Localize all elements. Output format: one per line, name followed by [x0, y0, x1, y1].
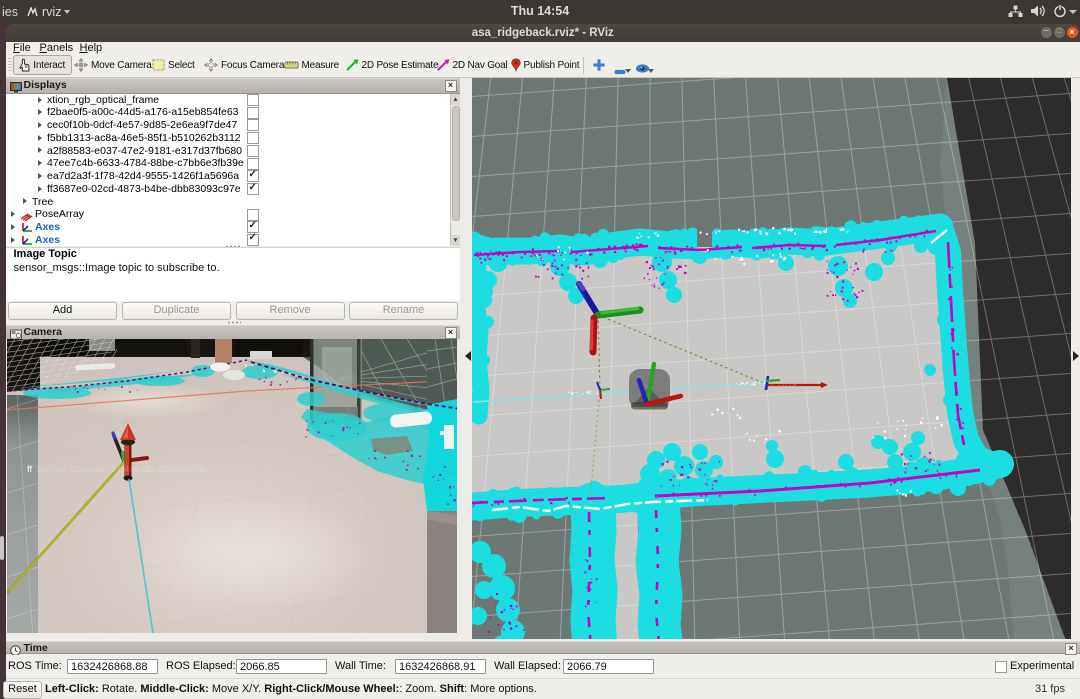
svg-text:ff: ff: [27, 464, 32, 475]
svg-text:3687e0-02cd-4873-b4be-dbb83093: 3687e0-02cd-4873-b4be-dbb83093c97e: [36, 464, 206, 475]
